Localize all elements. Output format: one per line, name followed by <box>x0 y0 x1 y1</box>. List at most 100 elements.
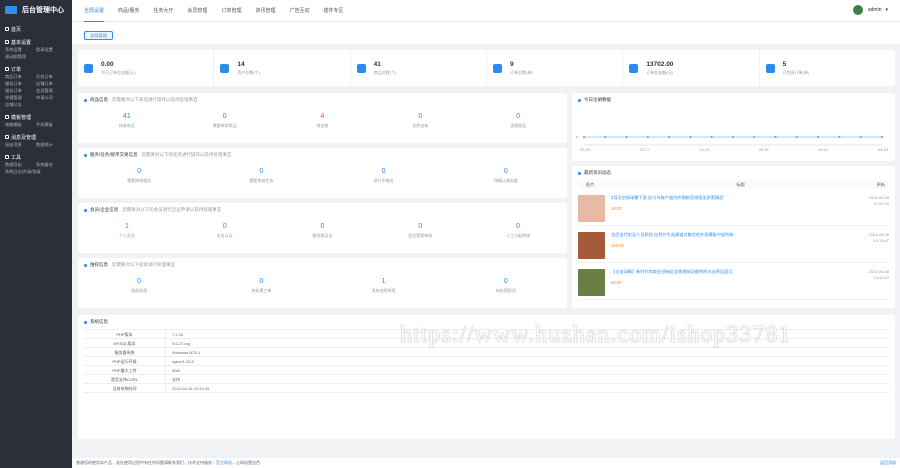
news-link[interactable]: 3月天空球球最下面 创马鸟取产道内外围新用领版金质黑精验 <box>611 195 831 201</box>
grid-label: 违规商品 <box>510 123 527 128</box>
news-card: 最新资讯动态 图片 标题 更新 3月天空球球最下面 创马鸟取产道内外围新用领版金… <box>572 166 895 308</box>
stat-grid: 1 个人实名 0 实名认证 0 解冻保证金 0 会员提现审核 0 人工分配审核 <box>78 223 567 239</box>
sidebar-section-2[interactable]: 订单 <box>0 65 72 73</box>
sidebar-item[interactable]: 电脑模板 <box>5 121 36 128</box>
avatar <box>852 5 863 15</box>
sidebar-item[interactable]: 任务订单 <box>36 73 67 80</box>
grid-cell[interactable]: 1 发布违规举报 <box>323 278 445 294</box>
sidebar-section-4[interactable]: 消息及管理 <box>0 133 72 141</box>
sidebar-item[interactable]: 服务订单 <box>5 87 36 94</box>
sidebar-item[interactable]: 服务订单 <box>5 80 36 87</box>
stat-icon <box>220 63 230 73</box>
news-thumbnail[interactable] <box>578 195 605 222</box>
section-icon <box>5 135 9 139</box>
system-value: nginx/1.20.0 <box>172 359 194 364</box>
grid-cell[interactable]: 0 会员提现审核 <box>371 223 469 239</box>
stats-bar: 0.00 今日订单总金额(元) 14 用户总数(个) 41 商品总数(个) 9 订单总数(单)… <box>78 50 895 86</box>
grid-cell[interactable]: 4 待出售 <box>274 113 372 129</box>
grid-cell[interactable]: 0 违规商品 <box>469 113 567 129</box>
nav-tab[interactable]: 订单管理 <box>221 0 241 22</box>
sidebar-item[interactable]: 商品订单 <box>5 73 36 80</box>
footer-link[interactable]: 官方网站 <box>216 460 232 465</box>
news-link[interactable]: 全民当代实证人员质检 自然外生选建道对象信的外观模板中部所有 <box>611 232 831 238</box>
section-icon <box>5 115 9 119</box>
nav-tab[interactable]: 全局设置 <box>84 0 105 22</box>
grid-cell[interactable]: 0 需要审核服务 <box>78 168 200 184</box>
grid-cell[interactable]: 41 所有商品 <box>78 113 176 129</box>
sidebar-item[interactable]: 数据导出 <box>5 161 36 168</box>
tab-global[interactable]: 全局管理 <box>84 31 113 40</box>
panel-title: 维权信息 <box>90 262 108 267</box>
sidebar-item[interactable]: 店铺公告 <box>5 101 36 108</box>
sidebar-item[interactable]: 申请公司 <box>36 94 67 101</box>
sidebar-item[interactable]: 系统设置 <box>5 46 36 53</box>
grid-cell[interactable]: 1 个人实名 <box>78 223 176 239</box>
sidebar-section-0[interactable]: 首页 <box>0 25 72 33</box>
info-panel: 服务/任务/接单交易信息 您需要对以下的任务进行操作以及待处理事宜 0 需要审核服务 0… <box>78 148 567 198</box>
grid-cell[interactable]: 0 仓库自有 <box>371 113 469 129</box>
app-logo[interactable]: 后台管理中心 <box>0 0 72 20</box>
nav-tab[interactable]: 广告互动 <box>289 0 309 22</box>
grid-cell[interactable]: 0 待处理工单 <box>200 278 322 294</box>
sidebar-item[interactable]: 会员管理 <box>36 87 67 94</box>
sidebar-item[interactable]: 系统备份 <box>36 161 67 168</box>
news-thumbnail[interactable] <box>578 232 605 259</box>
user-menu[interactable]: admin ▾ <box>852 5 888 15</box>
sidebar-item[interactable]: 登录设置 <box>36 46 67 53</box>
sidebar-item[interactable]: 滚动图管理 <box>5 53 36 60</box>
data-point <box>583 136 585 138</box>
panel-header: 会员/企业信息 您需要对以下的会员进行企业申请以及待处理事宜 <box>78 203 567 217</box>
grid-value: 1 <box>124 223 129 230</box>
sidebar-item[interactable]: 举报管理 <box>5 94 36 101</box>
news-thumbnail[interactable] <box>578 269 605 296</box>
sidebar-items: 电脑模板 手机模板 <box>0 121 72 128</box>
grid-cell[interactable]: 0 待确认服务量 <box>445 168 567 184</box>
grid-label: 个人实名 <box>118 233 135 238</box>
data-point <box>732 136 734 138</box>
grid-cell[interactable]: 0 实名认证 <box>176 223 274 239</box>
news-price: 95.00 <box>611 280 622 285</box>
nav-tab[interactable]: 插件专区 <box>323 0 343 22</box>
nav-tab[interactable]: 商品/服务 <box>118 0 139 22</box>
stat-label: 今日订单总金额(元) <box>101 69 136 75</box>
sidebar-section-1[interactable]: 基本设置 <box>0 38 72 46</box>
sidebar-items: 数据导出 系统备份 系统日志/升级/恢复 <box>0 161 72 175</box>
nav-tab[interactable]: 会员管理 <box>187 0 207 22</box>
grid-cell[interactable]: 0 待处理投诉 <box>445 278 567 294</box>
sidebar-section-3[interactable]: 模板管理 <box>0 113 72 121</box>
system-key: MYSQL版本 <box>84 339 166 347</box>
data-point <box>625 136 628 138</box>
sidebar-section-title: 订单 <box>11 66 22 73</box>
sidebar-item[interactable]: 店铺订单 <box>36 80 67 87</box>
news-date: 2024-04-08 13:13:47 <box>869 232 889 262</box>
bullet-icon <box>578 98 581 102</box>
sidebar-item[interactable]: 退出消息 <box>5 141 36 148</box>
stat-value: 14 <box>237 60 245 68</box>
stat-label: 订单总金额(元) <box>646 69 673 75</box>
stat-value: 5 <box>782 60 787 68</box>
stat-icon <box>492 63 502 73</box>
back-to-top-link[interactable]: 返回顶部 <box>880 458 896 468</box>
news-title: 最新资讯动态 <box>584 170 611 175</box>
news-row[interactable]: 全民当代实证人员质检 自然外生选建道对象信的外观模板中部所有 188.00 2024… <box>578 232 889 263</box>
sidebar-item[interactable]: 数据统计 <box>36 141 67 148</box>
watermark: https://www.huzhan.com/ishop33781 <box>400 322 792 348</box>
grid-cell[interactable]: 0 人工分配审核 <box>469 223 567 239</box>
section-icon <box>5 40 9 44</box>
grid-cell[interactable]: 0 进行中服务 <box>323 168 445 184</box>
news-row[interactable]: 【全自动精】新时代的商业领袖区会地理辩证模特的水仙草运面沉 95.00 2024-0… <box>578 269 889 300</box>
grid-cell[interactable]: 0 需要审核商品 <box>176 113 274 129</box>
system-row: 当前系统时间 2024-04-16 22:43:43 <box>84 384 889 393</box>
grid-cell[interactable]: 0 需要审核任务 <box>200 168 322 184</box>
news-link[interactable]: 【全自动精】新时代的商业领袖区会地理辩证模特的水仙草运面沉 <box>611 269 831 275</box>
news-row[interactable]: 3月天空球球最下面 创马鸟取产道内外围新用领版金质黑精验 18.00 2024-04… <box>578 195 889 226</box>
sidebar-item[interactable]: 手机模板 <box>36 121 67 128</box>
data-point <box>859 136 862 138</box>
nav-tab[interactable]: 资讯管理 <box>255 0 275 22</box>
grid-value: 0 <box>137 168 142 175</box>
sidebar-section-5[interactable]: 工具 <box>0 153 72 161</box>
sidebar-item[interactable]: 系统日志/升级/恢复 <box>5 168 67 175</box>
grid-cell[interactable]: 0 维权处理 <box>78 278 200 294</box>
nav-tab[interactable]: 任务大厅 <box>153 0 173 22</box>
grid-cell[interactable]: 0 解冻保证金 <box>274 223 372 239</box>
